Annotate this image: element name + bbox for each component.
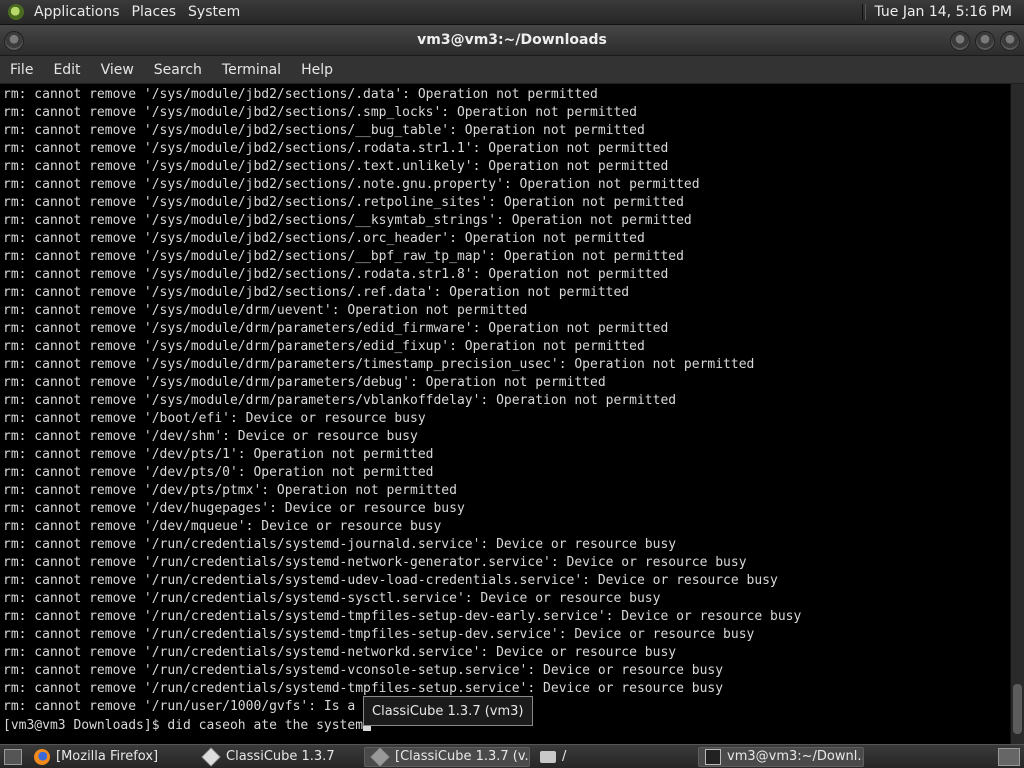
scrollbar-thumb[interactable] — [1013, 684, 1022, 734]
terminal-line: rm: cannot remove '/dev/pts/0': Operatio… — [3, 465, 434, 480]
terminal-line: rm: cannot remove '/sys/module/jbd2/sect… — [3, 249, 684, 264]
task-classicube-1[interactable]: ClassiCube 1.3.7 — [196, 746, 360, 767]
task-firefox[interactable]: [Mozilla Firefox] — [28, 747, 192, 767]
show-desktop-icon[interactable] — [4, 748, 22, 765]
terminal-line: rm: cannot remove '/dev/mqueue': Device … — [3, 519, 442, 534]
task-label: vm3@vm3:~/Downl... — [727, 749, 864, 764]
folder-icon — [540, 750, 556, 763]
task-label: [ClassiCube 1.3.7 (v... — [395, 749, 530, 764]
menu-terminal[interactable]: Terminal — [212, 62, 291, 78]
terminal-line: rm: cannot remove '/run/credentials/syst… — [3, 609, 802, 624]
terminal-line: rm: cannot remove '/boot/efi': Device or… — [3, 411, 426, 426]
terminal-line: rm: cannot remove '/sys/module/jbd2/sect… — [3, 231, 645, 246]
terminal-line: rm: cannot remove '/sys/module/jbd2/sect… — [3, 159, 669, 174]
terminal-icon — [705, 748, 721, 765]
menu-search[interactable]: Search — [144, 62, 212, 78]
terminal-line: rm: cannot remove '/run/credentials/syst… — [3, 663, 724, 678]
task-classicube-2[interactable]: [ClassiCube 1.3.7 (v... — [364, 746, 530, 767]
task-file-browser[interactable]: / — [534, 747, 694, 767]
terminal-line: rm: cannot remove '/sys/module/drm/param… — [3, 339, 645, 354]
terminal-line: rm: cannot remove '/sys/module/jbd2/sect… — [3, 195, 684, 210]
terminal-line: rm: cannot remove '/sys/module/jbd2/sect… — [3, 141, 669, 156]
task-label: [Mozilla Firefox] — [56, 749, 159, 764]
clock[interactable]: Tue Jan 14, 5:16 PM — [874, 4, 1024, 20]
menubar: File Edit View Search Terminal Help — [0, 56, 1024, 84]
minimize-button[interactable] — [950, 31, 970, 51]
terminal-line: rm: cannot remove '/run/credentials/syst… — [3, 645, 677, 660]
bottom-taskbar: [Mozilla Firefox] ClassiCube 1.3.7 [Clas… — [0, 744, 1024, 768]
task-label: ClassiCube 1.3.7 — [226, 749, 335, 764]
terminal-line: rm: cannot remove '/run/credentials/syst… — [3, 573, 778, 588]
terminal-output[interactable]: rm: cannot remove '/sys/module/jbd2/sect… — [0, 84, 1010, 744]
applications-menu[interactable]: Applications — [28, 0, 126, 25]
terminal-line: rm: cannot remove '/dev/hugepages': Devi… — [3, 501, 465, 516]
terminal-line: rm: cannot remove '/run/credentials/syst… — [3, 627, 755, 642]
task-label: / — [562, 749, 567, 764]
window-titlebar[interactable]: vm3@vm3:~/Downloads — [0, 25, 1024, 56]
menu-help[interactable]: Help — [291, 62, 343, 78]
terminal-line: rm: cannot remove '/sys/module/jbd2/sect… — [3, 177, 700, 192]
terminal-line: rm: cannot remove '/dev/shm': Device or … — [3, 429, 418, 444]
panel-separator — [862, 4, 867, 20]
terminal-line: rm: cannot remove '/dev/pts/1': Operatio… — [3, 447, 434, 462]
terminal-line: rm: cannot remove '/run/credentials/syst… — [3, 591, 661, 606]
firefox-icon — [34, 748, 50, 765]
menu-file[interactable]: File — [0, 62, 43, 78]
applications-logo-icon[interactable] — [8, 4, 24, 20]
terminal-line: rm: cannot remove '/sys/module/jbd2/sect… — [3, 87, 598, 102]
terminal-scrollbar[interactable] — [1010, 84, 1024, 744]
terminal-line: rm: cannot remove '/sys/module/drm/param… — [3, 375, 606, 390]
terminal-line: rm: cannot remove '/sys/module/jbd2/sect… — [3, 123, 645, 138]
terminal-line: rm: cannot remove '/sys/module/drm/param… — [3, 393, 677, 408]
taskbar-tooltip: ClassiCube 1.3.7 (vm3) — [363, 696, 533, 726]
terminal-line: rm: cannot remove '/sys/module/jbd2/sect… — [3, 105, 637, 120]
terminal-line: rm: cannot remove '/run/credentials/syst… — [3, 555, 747, 570]
places-menu[interactable]: Places — [126, 0, 183, 25]
terminal-line: rm: cannot remove '/run/credentials/syst… — [3, 537, 677, 552]
window-title: vm3@vm3:~/Downloads — [417, 32, 607, 48]
task-terminal[interactable]: vm3@vm3:~/Downl... — [698, 746, 864, 767]
system-menu[interactable]: System — [182, 0, 246, 25]
terminal-line: rm: cannot remove '/sys/module/drm/param… — [3, 321, 669, 336]
menu-edit[interactable]: Edit — [43, 62, 90, 78]
terminal-line: rm: cannot remove '/sys/module/jbd2/sect… — [3, 213, 692, 228]
terminal-line: rm: cannot remove '/sys/module/jbd2/sect… — [3, 267, 669, 282]
terminal-line: rm: cannot remove '/sys/module/drm/ueven… — [3, 303, 528, 318]
panel-right: Tue Jan 14, 5:16 PM — [862, 0, 1024, 25]
terminal-line: rm: cannot remove '/sys/module/jbd2/sect… — [3, 285, 630, 300]
workspace-switcher[interactable] — [998, 747, 1020, 766]
terminal-line: rm: cannot remove '/dev/pts/ptmx': Opera… — [3, 483, 457, 498]
maximize-button[interactable] — [975, 31, 995, 51]
classicube-icon — [370, 747, 390, 766]
close-button[interactable] — [1000, 31, 1020, 51]
terminal-lines: rm: cannot remove '/sys/module/jbd2/sect… — [3, 86, 801, 734]
top-panel: Applications Places System Tue Jan 14, 5… — [0, 0, 1024, 25]
menu-view[interactable]: View — [91, 62, 144, 78]
classicube-icon — [201, 746, 221, 767]
terminal-line: rm: cannot remove '/sys/module/drm/param… — [3, 357, 755, 372]
